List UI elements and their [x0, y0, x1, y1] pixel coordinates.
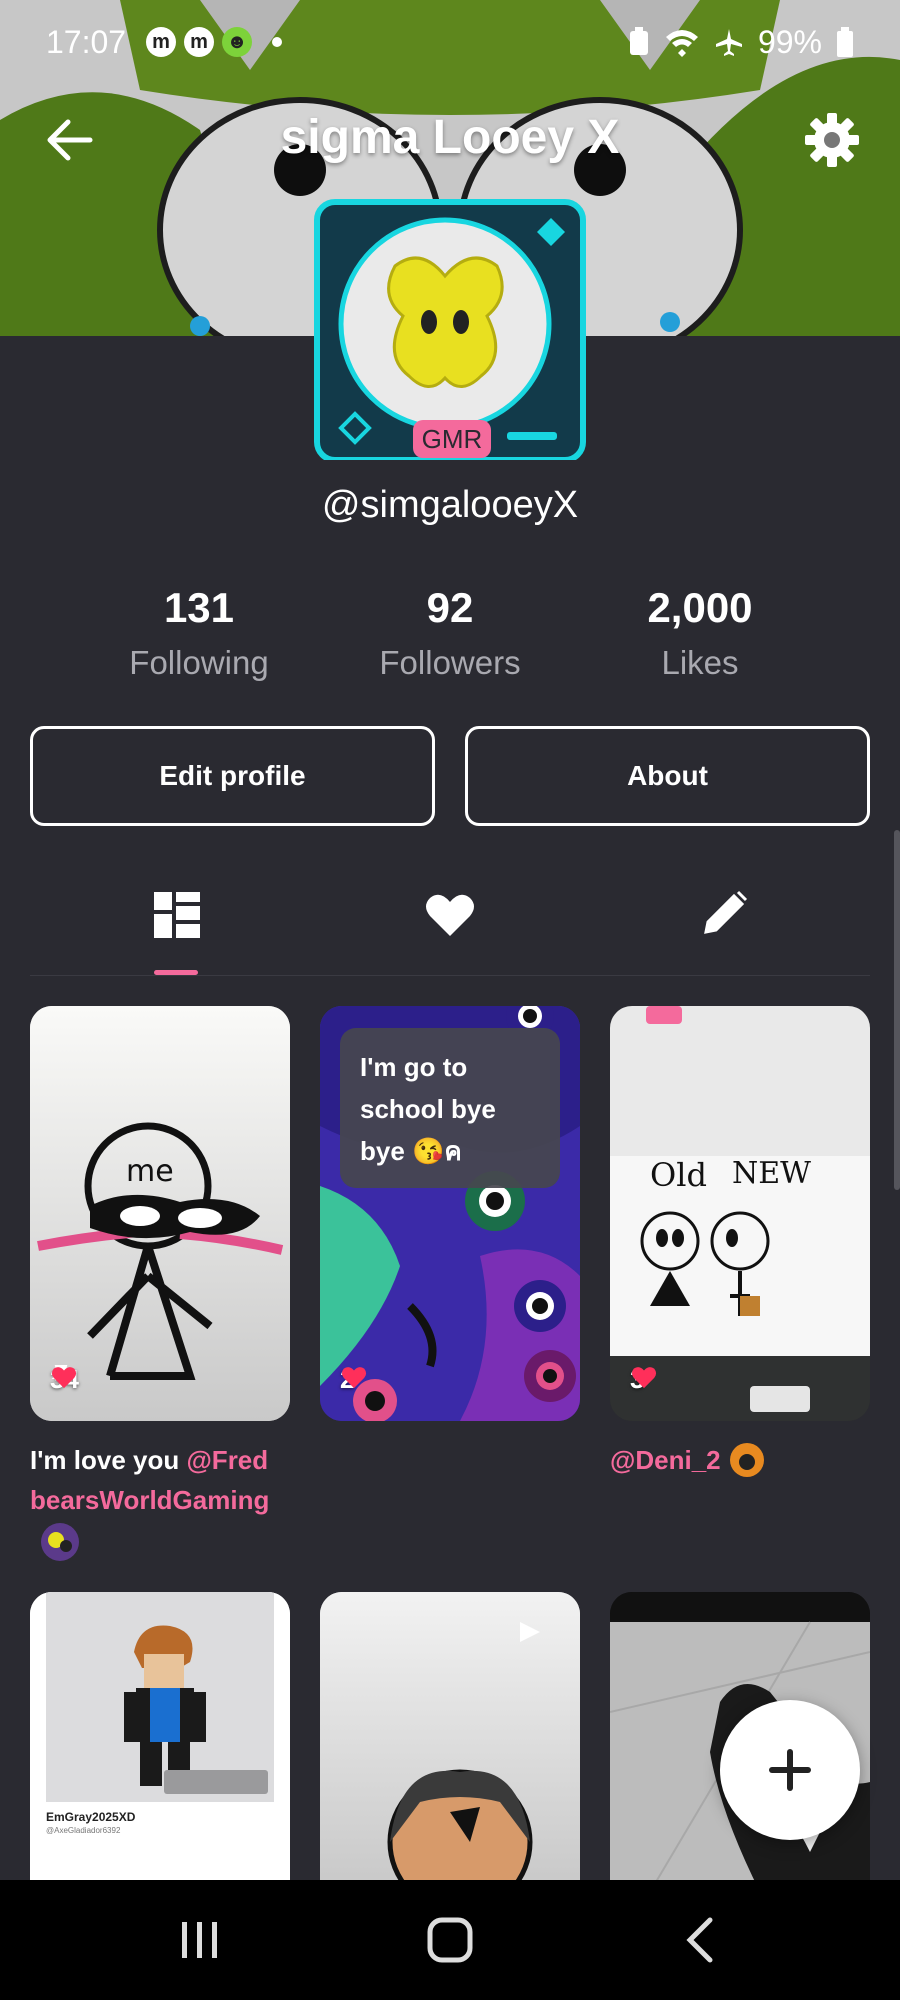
caption-text: I'm love you: [30, 1445, 187, 1475]
profile-handle: @simgalooeyX: [321, 484, 579, 526]
following-label: Following: [129, 644, 269, 681]
status-bar: 17:07 m m ☻ 99%: [0, 0, 900, 84]
post-card[interactable]: me 34: [30, 1006, 290, 1421]
gmr-badge: GMR: [413, 420, 491, 458]
pencil-icon[interactable]: [694, 884, 754, 944]
add-post-button[interactable]: [720, 1700, 860, 1840]
battery-icon: [837, 27, 853, 57]
m-app-icon: m: [146, 27, 177, 57]
drawing-text: Old: [650, 1156, 707, 1194]
followers-count: 92: [426, 584, 474, 631]
roblox-subname: @AxeGladiador6392: [46, 1826, 121, 1835]
battery-saver-icon: [629, 27, 648, 55]
system-navigation-bar: [0, 1880, 900, 2000]
roblox-username: EmGray2025XD: [46, 1810, 136, 1824]
home-icon[interactable]: [418, 1908, 482, 1972]
grid-icon[interactable]: [146, 884, 206, 944]
top-navigation: sigma Looey X: [0, 100, 900, 180]
likes-stat[interactable]: 2,000 Likes: [575, 584, 825, 682]
post-likes: 34: [50, 1364, 79, 1395]
active-tab-indicator: [154, 970, 198, 975]
likes-label: Likes: [661, 644, 739, 681]
battery-percent: 99%: [757, 23, 822, 60]
profile-title: sigma Looey X: [280, 111, 620, 164]
wifi-icon: [665, 30, 698, 57]
likes-count: 2,000: [647, 584, 753, 631]
following-stat[interactable]: 131 Following: [74, 584, 324, 682]
airplane-icon: [715, 29, 742, 56]
m-app-icon: m: [184, 27, 215, 57]
post-caption: @Deni_2: [610, 1440, 880, 1480]
caption-avatar: [729, 1443, 764, 1477]
caption-mention[interactable]: @Deni_2: [610, 1440, 721, 1480]
heart-icon: [341, 1367, 367, 1389]
post-likes: 2: [340, 1364, 367, 1395]
post-card[interactable]: Old NEW 3: [610, 1006, 870, 1421]
post-text-bubble: I'm go to school bye bye 😘ค: [340, 1028, 560, 1188]
back-icon[interactable]: [670, 1908, 734, 1972]
caption-avatar: [41, 1523, 79, 1561]
gear-icon[interactable]: [802, 110, 862, 170]
heart-icon[interactable]: [420, 884, 480, 944]
followers-label: Followers: [379, 644, 521, 681]
plus-icon: [769, 1749, 811, 1791]
status-time: 17:07: [46, 23, 127, 60]
edit-profile-button[interactable]: Edit profile: [30, 726, 435, 826]
followers-stat[interactable]: 92 Followers: [325, 584, 575, 682]
recent-apps-icon[interactable]: [168, 1908, 232, 1972]
heart-icon: [631, 1367, 657, 1389]
profile-tabs: [30, 860, 870, 976]
profile-stats: 131 Following 92 Followers 2,000 Likes: [0, 584, 900, 694]
drawing-text: NEW: [732, 1156, 811, 1191]
notification-dot: [272, 37, 283, 47]
post-card[interactable]: I'm go to school bye bye 😘ค 2: [320, 1006, 580, 1421]
alien-icon: ☻: [222, 27, 253, 57]
post-caption: I'm love you @Fred bearsWorldGaming: [30, 1440, 300, 1520]
drawing-text: me: [126, 1154, 174, 1189]
scrollbar[interactable]: [894, 830, 900, 1190]
heart-icon: [51, 1367, 77, 1389]
about-button[interactable]: About: [465, 726, 870, 826]
following-count: 131: [163, 584, 235, 631]
post-likes: 3: [630, 1364, 657, 1395]
